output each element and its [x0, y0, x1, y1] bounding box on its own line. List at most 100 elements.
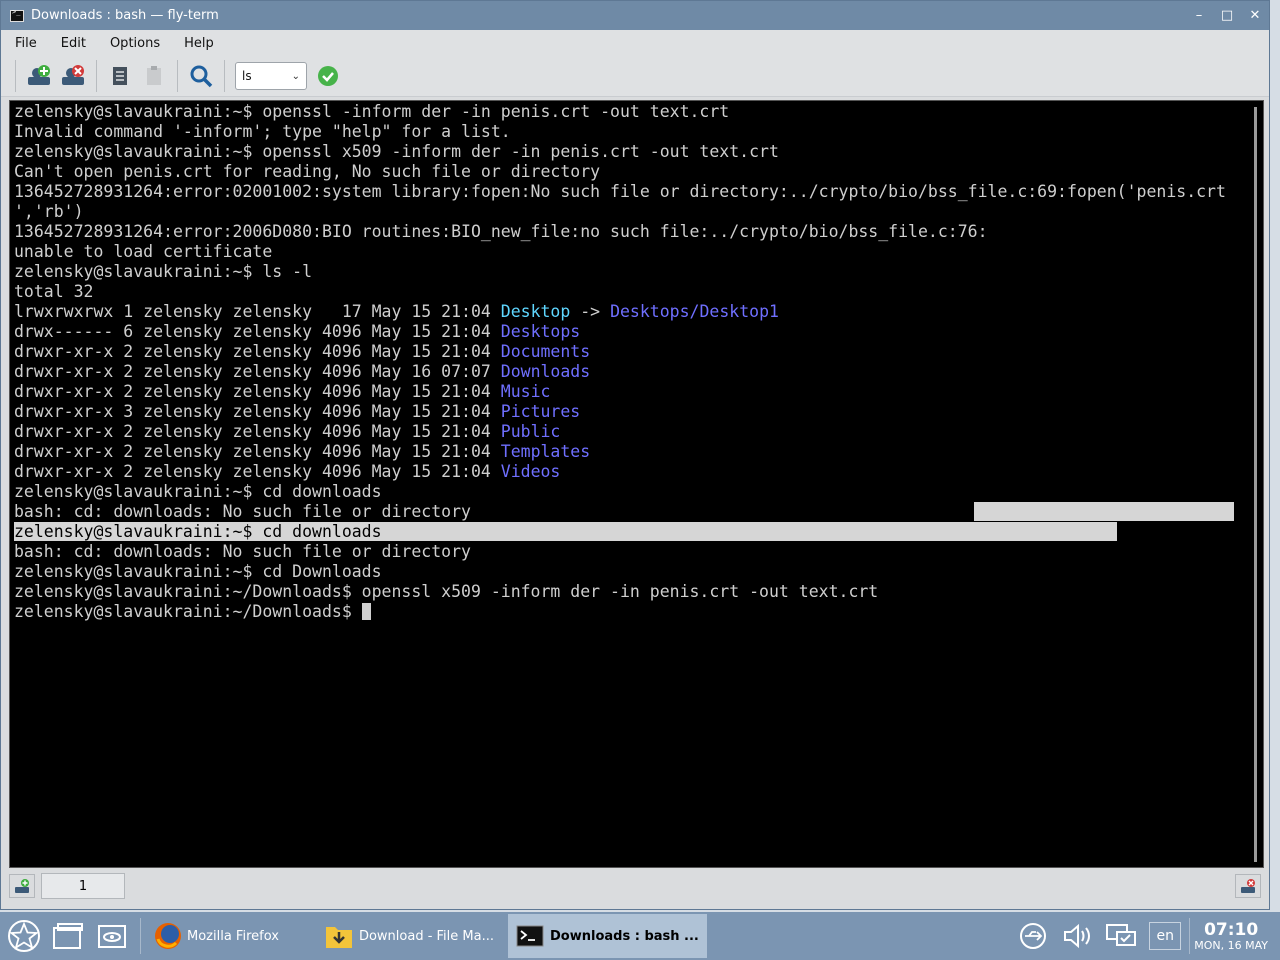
search-icon: [190, 65, 213, 88]
terminal-text: zelensky@slavaukraini:~/Downloads$: [14, 602, 362, 621]
terminal-text: drwxr-xr-x 2 zelensky zelensky 4096 May …: [14, 422, 501, 441]
directory-name: Desktop: [500, 302, 571, 321]
terminal-line: 136452728931264:error:2006D080:BIO routi…: [14, 222, 1226, 242]
menu-help[interactable]: Help: [170, 36, 224, 51]
directory-name: Pictures: [500, 402, 581, 421]
find-button[interactable]: [186, 61, 216, 91]
directory-name: Downloads: [500, 362, 591, 381]
star-icon: [8, 920, 40, 952]
directory-name: Public: [500, 422, 561, 441]
toolbar: ls ⌄: [1, 56, 1269, 97]
clock[interactable]: 07:10 MON, 16 MAY: [1194, 921, 1268, 952]
maximize-button[interactable]: □: [1213, 8, 1241, 23]
volume-button[interactable]: [1057, 916, 1097, 956]
toolbar-separator: [177, 60, 178, 92]
terminal-line: drwx------ 6 zelensky zelensky 4096 May …: [14, 322, 1226, 342]
terminal-text: total 32: [14, 282, 94, 301]
close-button[interactable]: ✕: [1241, 8, 1269, 23]
terminal-line: Invalid command '-inform'; type "help" f…: [14, 122, 1226, 142]
start-menu-button[interactable]: [4, 916, 44, 956]
new-tab-icon: [15, 879, 29, 893]
taskbar-item-file-manager[interactable]: Download - File Ma...: [317, 914, 502, 958]
windows-icon: [53, 923, 83, 949]
terminal-line: Can't open penis.crt for reading, No suc…: [14, 162, 1226, 182]
terminal-text: drwxr-xr-x 2 zelensky zelensky 4096 May …: [14, 342, 501, 361]
terminal-line: unable to load certificate: [14, 242, 1226, 262]
directory-name: Desktops: [500, 322, 581, 341]
folder-download-icon: [325, 927, 352, 948]
new-tab-button[interactable]: [9, 874, 35, 898]
new-session-icon: [28, 65, 50, 85]
keyboard-layout[interactable]: en: [1149, 922, 1182, 950]
monitor-icon: [1106, 924, 1137, 946]
terminal-line: drwxr-xr-x 3 zelensky zelensky 4096 May …: [14, 402, 1226, 422]
terminal-text: drwxr-xr-x 2 zelensky zelensky 4096 May …: [14, 442, 501, 461]
terminal-text: zelensky@slavaukraini:~$ openssl -inform…: [14, 102, 730, 121]
display-button[interactable]: [1101, 916, 1141, 956]
terminal-line: zelensky@slavaukraini:~$ cd Downloads: [14, 562, 1226, 582]
close-tab-button[interactable]: [1235, 874, 1261, 898]
terminal-line: zelensky@slavaukraini:~/Downloads$: [14, 602, 1226, 622]
execute-button[interactable]: [313, 61, 343, 91]
terminal-text: zelensky@slavaukraini:~/Downloads$ opens…: [14, 582, 879, 601]
chevron-down-icon: ⌄: [291, 70, 300, 82]
taskbar-item-firefox[interactable]: Mozilla Firefox: [145, 914, 287, 958]
speaker-icon: [1064, 923, 1091, 949]
terminal-line: lrwxrwxrwx 1 zelensky zelensky 17 May 15…: [14, 302, 1226, 322]
directory-name: Documents: [500, 342, 591, 361]
taskbar-item-terminal[interactable]: Downloads : bash ...: [508, 914, 707, 958]
terminal-line: drwxr-xr-x 2 zelensky zelensky 4096 May …: [14, 342, 1226, 362]
terminal-view[interactable]: zelensky@slavaukraini:~$ openssl -inform…: [9, 100, 1264, 868]
terminal-output: zelensky@slavaukraini:~$ openssl -inform…: [14, 102, 1226, 622]
clock-date: MON, 16 MAY: [1194, 938, 1268, 952]
network-button[interactable]: [1013, 916, 1053, 956]
terminal-icon: [516, 925, 544, 947]
terminal-text: Can't open penis.crt for reading, No suc…: [14, 162, 601, 181]
close-session-button[interactable]: [58, 61, 88, 91]
terminal-line: zelensky@slavaukraini:~$ cd downloads: [14, 482, 1226, 502]
terminal-text: 136452728931264:error:2006D080:BIO routi…: [14, 222, 988, 241]
terminal-text: lrwxrwxrwx 1 zelensky zelensky 17 May 15…: [14, 302, 501, 321]
minimize-button[interactable]: –: [1185, 8, 1213, 23]
system-tray: en 07:10 MON, 16 MAY: [1009, 916, 1280, 956]
terminal-icon: [10, 8, 24, 22]
command-select-value: ls: [242, 69, 252, 83]
terminal-text: zelensky@slavaukraini:~$ cd downloads: [14, 522, 1117, 541]
menu-file[interactable]: File: [1, 36, 47, 51]
terminal-text: ->: [570, 302, 611, 321]
terminal-line: bash: cd: downloads: No such file or dir…: [14, 502, 1226, 522]
taskbar-item-label: Mozilla Firefox: [187, 928, 279, 944]
terminal-text: zelensky@slavaukraini:~$ cd downloads: [14, 482, 382, 501]
menu-edit[interactable]: Edit: [47, 36, 96, 51]
copy-button[interactable]: [105, 61, 135, 91]
checkmark-icon: [318, 66, 338, 86]
terminal-text: drwxr-xr-x 2 zelensky zelensky 4096 May …: [14, 362, 501, 381]
command-select[interactable]: ls ⌄: [235, 62, 307, 90]
clock-time: 07:10: [1204, 919, 1259, 940]
title-bar[interactable]: Downloads : bash — fly-term – □ ✕: [1, 1, 1269, 30]
window-title: Downloads : bash — fly-term: [31, 8, 219, 23]
terminal-line: drwxr-xr-x 2 zelensky zelensky 4096 May …: [14, 422, 1226, 442]
taskbar: Mozilla Firefox Download - File Ma... Do…: [0, 912, 1280, 960]
paste-button[interactable]: [139, 61, 169, 91]
new-session-button[interactable]: [24, 61, 54, 91]
menu-options[interactable]: Options: [96, 36, 170, 51]
terminal-text: drwxr-xr-x 2 zelensky zelensky 4096 May …: [14, 382, 501, 401]
copy-icon: [113, 67, 127, 85]
terminal-text: drwxr-xr-x 3 zelensky zelensky 4096 May …: [14, 402, 501, 421]
terminal-text: 136452728931264:error:02001002:system li…: [14, 182, 1226, 201]
terminal-text: ','rb'): [14, 202, 84, 221]
desktops-button[interactable]: [48, 916, 88, 956]
terminal-window: Downloads : bash — fly-term – □ ✕ File E…: [0, 0, 1270, 910]
close-session-icon: [62, 65, 84, 85]
terminal-scrollbar[interactable]: [1254, 107, 1257, 862]
terminal-line: zelensky@slavaukraini:~/Downloads$ opens…: [14, 582, 1226, 602]
terminal-text: bash: cd: downloads: No such file or dir…: [14, 542, 471, 561]
toolbar-separator: [224, 60, 225, 92]
desktop-eye-icon: [98, 925, 126, 948]
terminal-line: zelensky@slavaukraini:~$ openssl -inform…: [14, 102, 1226, 122]
show-desktop-button[interactable]: [92, 916, 132, 956]
directory-name: Desktops/Desktop1: [610, 302, 779, 321]
session-tab[interactable]: 1: [41, 873, 125, 899]
terminal-text: zelensky@slavaukraini:~$ openssl x509 -i…: [14, 142, 779, 161]
